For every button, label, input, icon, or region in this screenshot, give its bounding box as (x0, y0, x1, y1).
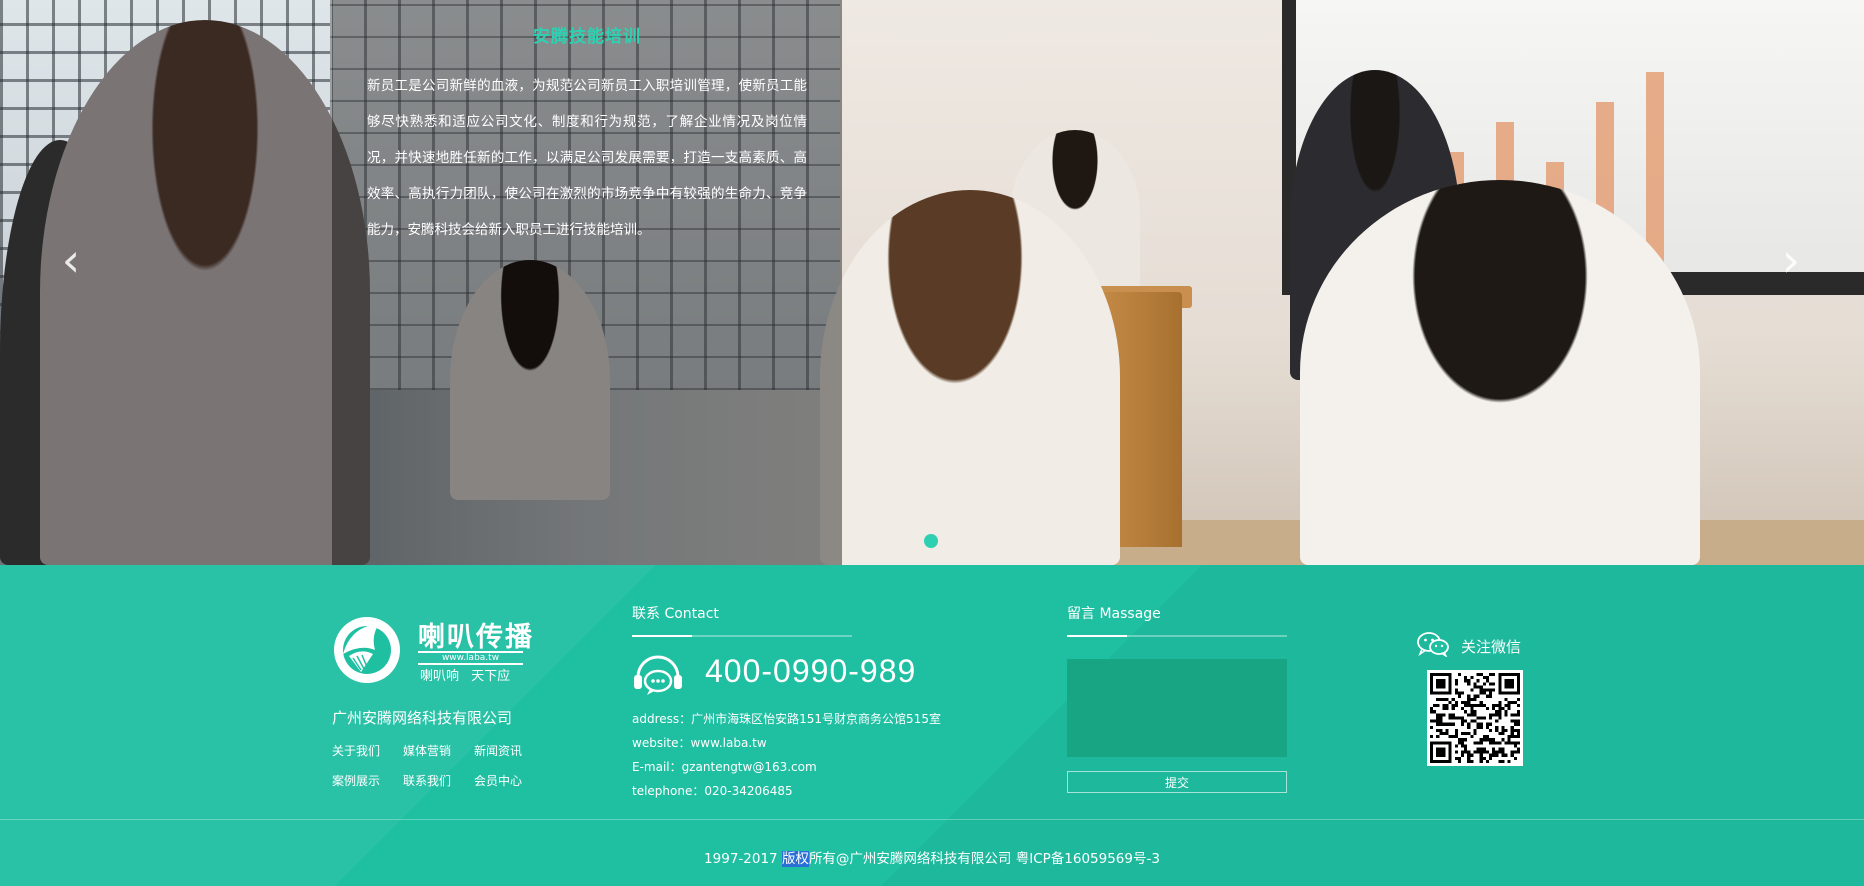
footer-quick-links: 关于我们 媒体营销 新闻资讯 案例展示 联系我们 会员中心 (332, 741, 552, 791)
wechat-icon (1417, 632, 1449, 657)
hero-slider: 安腾技能培训 新员工是公司新鲜的血液，为规范公司新员工入职培训管理，使新员工能够… (0, 0, 1864, 565)
logo-brand-name: 喇叭传播 (418, 622, 534, 653)
contact-address: address：广州市海珠区怡安路151号财京商务公馆515室 (632, 712, 941, 726)
message-heading: 留言 Massage (1067, 606, 1161, 622)
message-submit-button[interactable]: 提交 (1067, 771, 1287, 793)
contact-telephone: telephone：020-34206485 (632, 784, 793, 798)
contact-heading: 联系 Contact (632, 606, 719, 622)
footer-divider (0, 819, 1864, 820)
slide-person (1300, 180, 1700, 565)
logo-shell-icon (334, 617, 400, 683)
footer-link-member-center[interactable]: 会员中心 (474, 771, 545, 791)
logo-slogan: 喇叭响 天下应 (420, 669, 511, 684)
copyright-years: 1997-2017 (704, 851, 782, 867)
site-footer: 喇叭传播 www.laba.tw 喇叭响 天下应 广州安腾网络科技有限公司 关于… (0, 565, 1864, 886)
contact-details: address：广州市海珠区怡安路151号财京商务公馆515室 website：… (632, 707, 941, 803)
logo-url: www.laba.tw (418, 651, 523, 665)
footer-link-news[interactable]: 新闻资讯 (474, 741, 545, 761)
message-divider (1067, 635, 1287, 637)
contact-divider (632, 635, 852, 637)
footer-link-about[interactable]: 关于我们 (332, 741, 403, 761)
slide-description: 新员工是公司新鲜的血液，为规范公司新员工入职培训管理，使新员工能够尽快熟悉和适应… (367, 78, 807, 238)
slider-next-arrow-icon[interactable]: › (1776, 237, 1806, 283)
company-name: 广州安腾网络科技有限公司 (332, 709, 513, 727)
copyright-owner: 所有@广州安腾网络科技有限公司 粤ICP备16059569号-3 (808, 851, 1160, 867)
slide-person (40, 20, 370, 565)
hotline-number: 400-0990-989 (705, 653, 917, 689)
footer-link-cases[interactable]: 案例展示 (332, 771, 403, 791)
contact-email[interactable]: E-mail：gzantengtw@163.com (632, 755, 941, 779)
footer-link-media-marketing[interactable]: 媒体营销 (403, 741, 474, 761)
slider-pagination-dot[interactable] (924, 534, 938, 548)
slider-prev-arrow-icon[interactable]: ‹ (56, 237, 86, 283)
footer-link-contact[interactable]: 联系我们 (403, 771, 474, 791)
copyright-highlight: 版权 (781, 851, 809, 867)
headset-phone-icon (634, 655, 682, 695)
slide-title: 安腾技能培训 (533, 27, 641, 47)
wechat-qr-code (1427, 670, 1523, 766)
message-textarea[interactable] (1067, 659, 1287, 757)
copyright-text: 1997-2017 版权所有@广州安腾网络科技有限公司 粤ICP备1605956… (0, 847, 1864, 867)
wechat-follow-label: 关注微信 (1461, 638, 1522, 656)
contact-website[interactable]: website：www.laba.tw (632, 731, 941, 755)
slide-person (820, 190, 1120, 565)
